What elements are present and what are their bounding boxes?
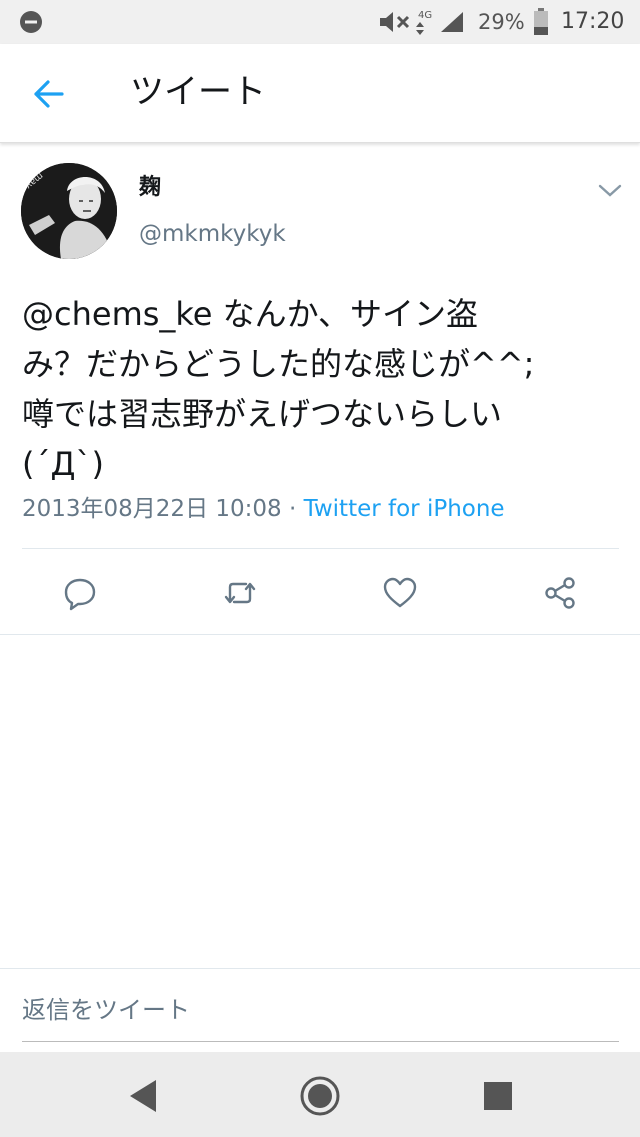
reply-input[interactable]: 返信をツイート — [22, 993, 190, 1027]
tweet-source-link[interactable]: Twitter for iPhone — [304, 496, 505, 522]
divider — [0, 634, 640, 635]
app-header: ツイート — [0, 44, 640, 143]
reply-composer: 返信をツイート — [0, 968, 640, 1052]
chevron-down-icon[interactable] — [596, 179, 624, 201]
avatar-illustration: ʎɐɯ — [21, 163, 117, 259]
page-title: ツイート — [130, 72, 266, 112]
system-nav-bar — [0, 1052, 640, 1137]
tweet-detail: ʎɐɯ 麹 @mkmkykyk @chems_ke なんか、サイン盗 み？だから… — [0, 143, 640, 635]
home-circle-icon[interactable] — [298, 1074, 342, 1118]
retweet-icon[interactable] — [222, 575, 258, 611]
tweet-actions — [0, 549, 640, 635]
meta-separator: · — [281, 496, 304, 522]
tweet-text-line: (´Д`) — [22, 445, 104, 483]
share-icon[interactable] — [542, 575, 578, 611]
status-bar: 4G 29% 17:20 — [0, 0, 640, 44]
back-triangle-icon[interactable] — [122, 1074, 166, 1118]
display-name[interactable]: 麹 — [139, 173, 161, 203]
status-time: 17:20 — [561, 9, 625, 34]
signal-icon — [441, 12, 463, 32]
4g-label: 4G — [418, 10, 432, 21]
tweet-text-line: @chems_ke なんか、サイン盗 — [22, 295, 479, 333]
tweet-text: @chems_ke なんか、サイン盗 み？だからどうした的な感じが^^; 噂では… — [22, 289, 634, 489]
reply-input-underline — [22, 1041, 619, 1042]
tweet-meta: 2013年08月22日 10:08 · Twitter for iPhone — [22, 493, 505, 525]
battery-percent: 29% — [478, 10, 525, 34]
tweet-text-line: み？だからどうした的な感じが^^; — [22, 345, 535, 383]
tweet-text-line: 噂では習志野がえげつないらしい — [22, 395, 503, 433]
do-not-disturb-icon — [20, 11, 42, 33]
mute-icon — [380, 12, 410, 32]
back-arrow-icon[interactable] — [26, 72, 72, 116]
battery-icon — [534, 8, 548, 35]
tweet-timestamp: 2013年08月22日 10:08 — [22, 496, 282, 522]
recents-square-icon[interactable] — [476, 1074, 520, 1118]
like-icon[interactable] — [382, 575, 418, 611]
user-handle[interactable]: @mkmkykyk — [139, 219, 286, 249]
reply-icon[interactable] — [62, 575, 98, 611]
4g-data-icon: 4G — [416, 10, 432, 35]
avatar[interactable]: ʎɐɯ — [21, 163, 117, 259]
